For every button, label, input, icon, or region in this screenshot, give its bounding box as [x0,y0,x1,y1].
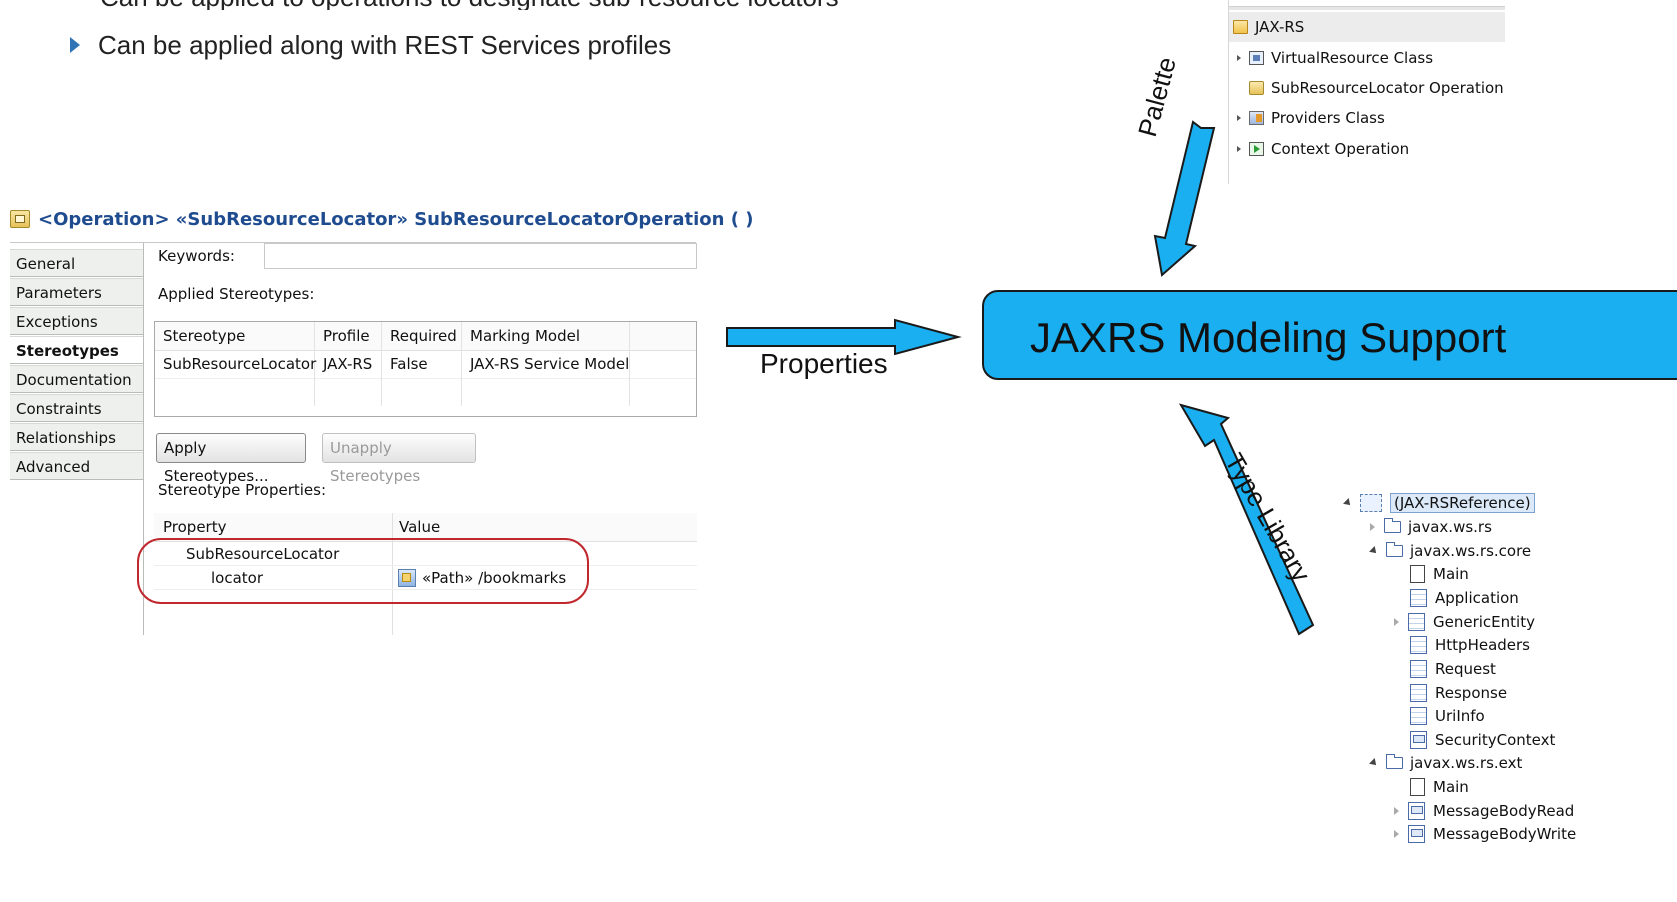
tree-node-interface[interactable]: MessageBodyRead [1394,800,1574,822]
jaxrs-modeling-support-box: JAXRS Modeling Support [982,290,1677,380]
tree-node-label: (JAX-RSReference) [1390,493,1535,513]
jaxrs-modeling-support-label: JAXRS Modeling Support [1030,314,1507,361]
class-icon [1410,636,1427,654]
tree-node-class[interactable]: HttpHeaders [1410,634,1530,656]
tree-node-label: Main [1433,778,1469,796]
context-icon [1249,142,1264,156]
open-folder-icon [1233,20,1248,34]
tree-node-label: Application [1435,589,1519,607]
class-icon [1408,613,1425,631]
palette-item-label: Providers Class [1271,109,1385,127]
collapse-arrow-icon [1369,758,1379,768]
tree-node-label: HttpHeaders [1435,636,1530,654]
palette-arrow [1153,120,1216,277]
palette-drawer-jax-rs[interactable]: JAX-RS [1229,12,1505,42]
package-icon [1384,518,1401,533]
tree-node-label: GenericEntity [1433,613,1535,631]
palette-header-label: JAX-RS [1255,18,1305,36]
expand-arrow-icon [1394,807,1399,815]
palette-item-virtualresource-class[interactable]: VirtualResource Class [1237,46,1433,70]
type-library-tree: (JAX-RSReference) javax.ws.rs javax.ws.r… [1330,470,1677,902]
expand-arrow-icon [1237,115,1241,121]
package-icon [1386,542,1403,557]
tree-node-label: MessageBodyWrite [1433,825,1577,843]
class-icon [1410,684,1427,702]
palette-top-bar [1229,6,1505,10]
tree-node-label: javax.ws.rs.core [1410,542,1532,560]
providers-icon [1249,111,1264,125]
class-icon [1410,589,1427,607]
tree-node-diagram[interactable]: Main [1410,563,1469,585]
tree-node-label: Main [1433,565,1469,583]
expand-arrow-icon [1394,830,1399,838]
tree-node-label: MessageBodyRead [1433,802,1575,820]
tree-node-label: UriInfo [1435,707,1485,725]
tree-node-class[interactable]: Application [1410,587,1519,609]
operation-icon [1249,81,1264,95]
interface-icon [1410,731,1427,749]
interface-icon [1408,825,1425,843]
expand-arrow-icon [1237,55,1241,61]
palette-item-label: Context Operation [1271,140,1410,158]
class-icon [1410,660,1427,678]
tree-node-class[interactable]: GenericEntity [1394,611,1535,633]
package-icon [1386,754,1403,769]
expand-arrow-icon [1370,523,1375,531]
tree-node-package[interactable]: javax.ws.rs.ext [1369,752,1523,774]
tree-node-class[interactable]: Response [1410,682,1507,704]
class-icon [1249,51,1264,65]
collapse-arrow-icon [1343,498,1353,508]
tree-node-label: Request [1435,660,1496,678]
palette-item-subresourcelocator-operation[interactable]: SubResourceLocator Operation [1249,76,1504,100]
expand-arrow-icon [1394,618,1399,626]
tree-node-label: javax.ws.rs.ext [1410,754,1523,772]
palette-panel: JAX-RS VirtualResource Class SubResource… [1228,0,1505,184]
palette-item-context-operation[interactable]: Context Operation [1237,137,1409,161]
palette-item-label: SubResourceLocator Operation [1271,79,1504,97]
tree-node-interface[interactable]: MessageBodyWrite [1394,823,1576,845]
tree-node-label: javax.ws.rs [1408,518,1492,536]
reference-model-icon [1360,494,1382,512]
tree-node-class[interactable]: Request [1410,658,1496,680]
tree-node-interface[interactable]: SecurityContext [1410,729,1555,751]
collapse-arrow-icon [1369,546,1379,556]
tree-node-root[interactable]: (JAX-RSReference) [1343,492,1535,514]
tree-node-diagram[interactable]: Main [1410,776,1469,798]
tree-node-class[interactable]: UriInfo [1410,705,1485,727]
diagram-icon [1410,778,1425,796]
expand-arrow-icon [1237,146,1241,152]
class-icon [1410,707,1427,725]
diagram-icon [1410,565,1425,583]
tree-node-label: Response [1435,684,1508,702]
tree-node-label: SecurityContext [1435,731,1556,749]
tree-node-package[interactable]: javax.ws.rs.core [1369,540,1532,562]
type-library-arrow [1178,403,1315,636]
interface-icon [1408,802,1425,820]
tree-node-package[interactable]: javax.ws.rs [1370,516,1492,538]
palette-item-providers-class[interactable]: Providers Class [1237,106,1385,130]
properties-arrow-label: Properties [760,348,888,379]
palette-item-label: VirtualResource Class [1271,49,1434,67]
